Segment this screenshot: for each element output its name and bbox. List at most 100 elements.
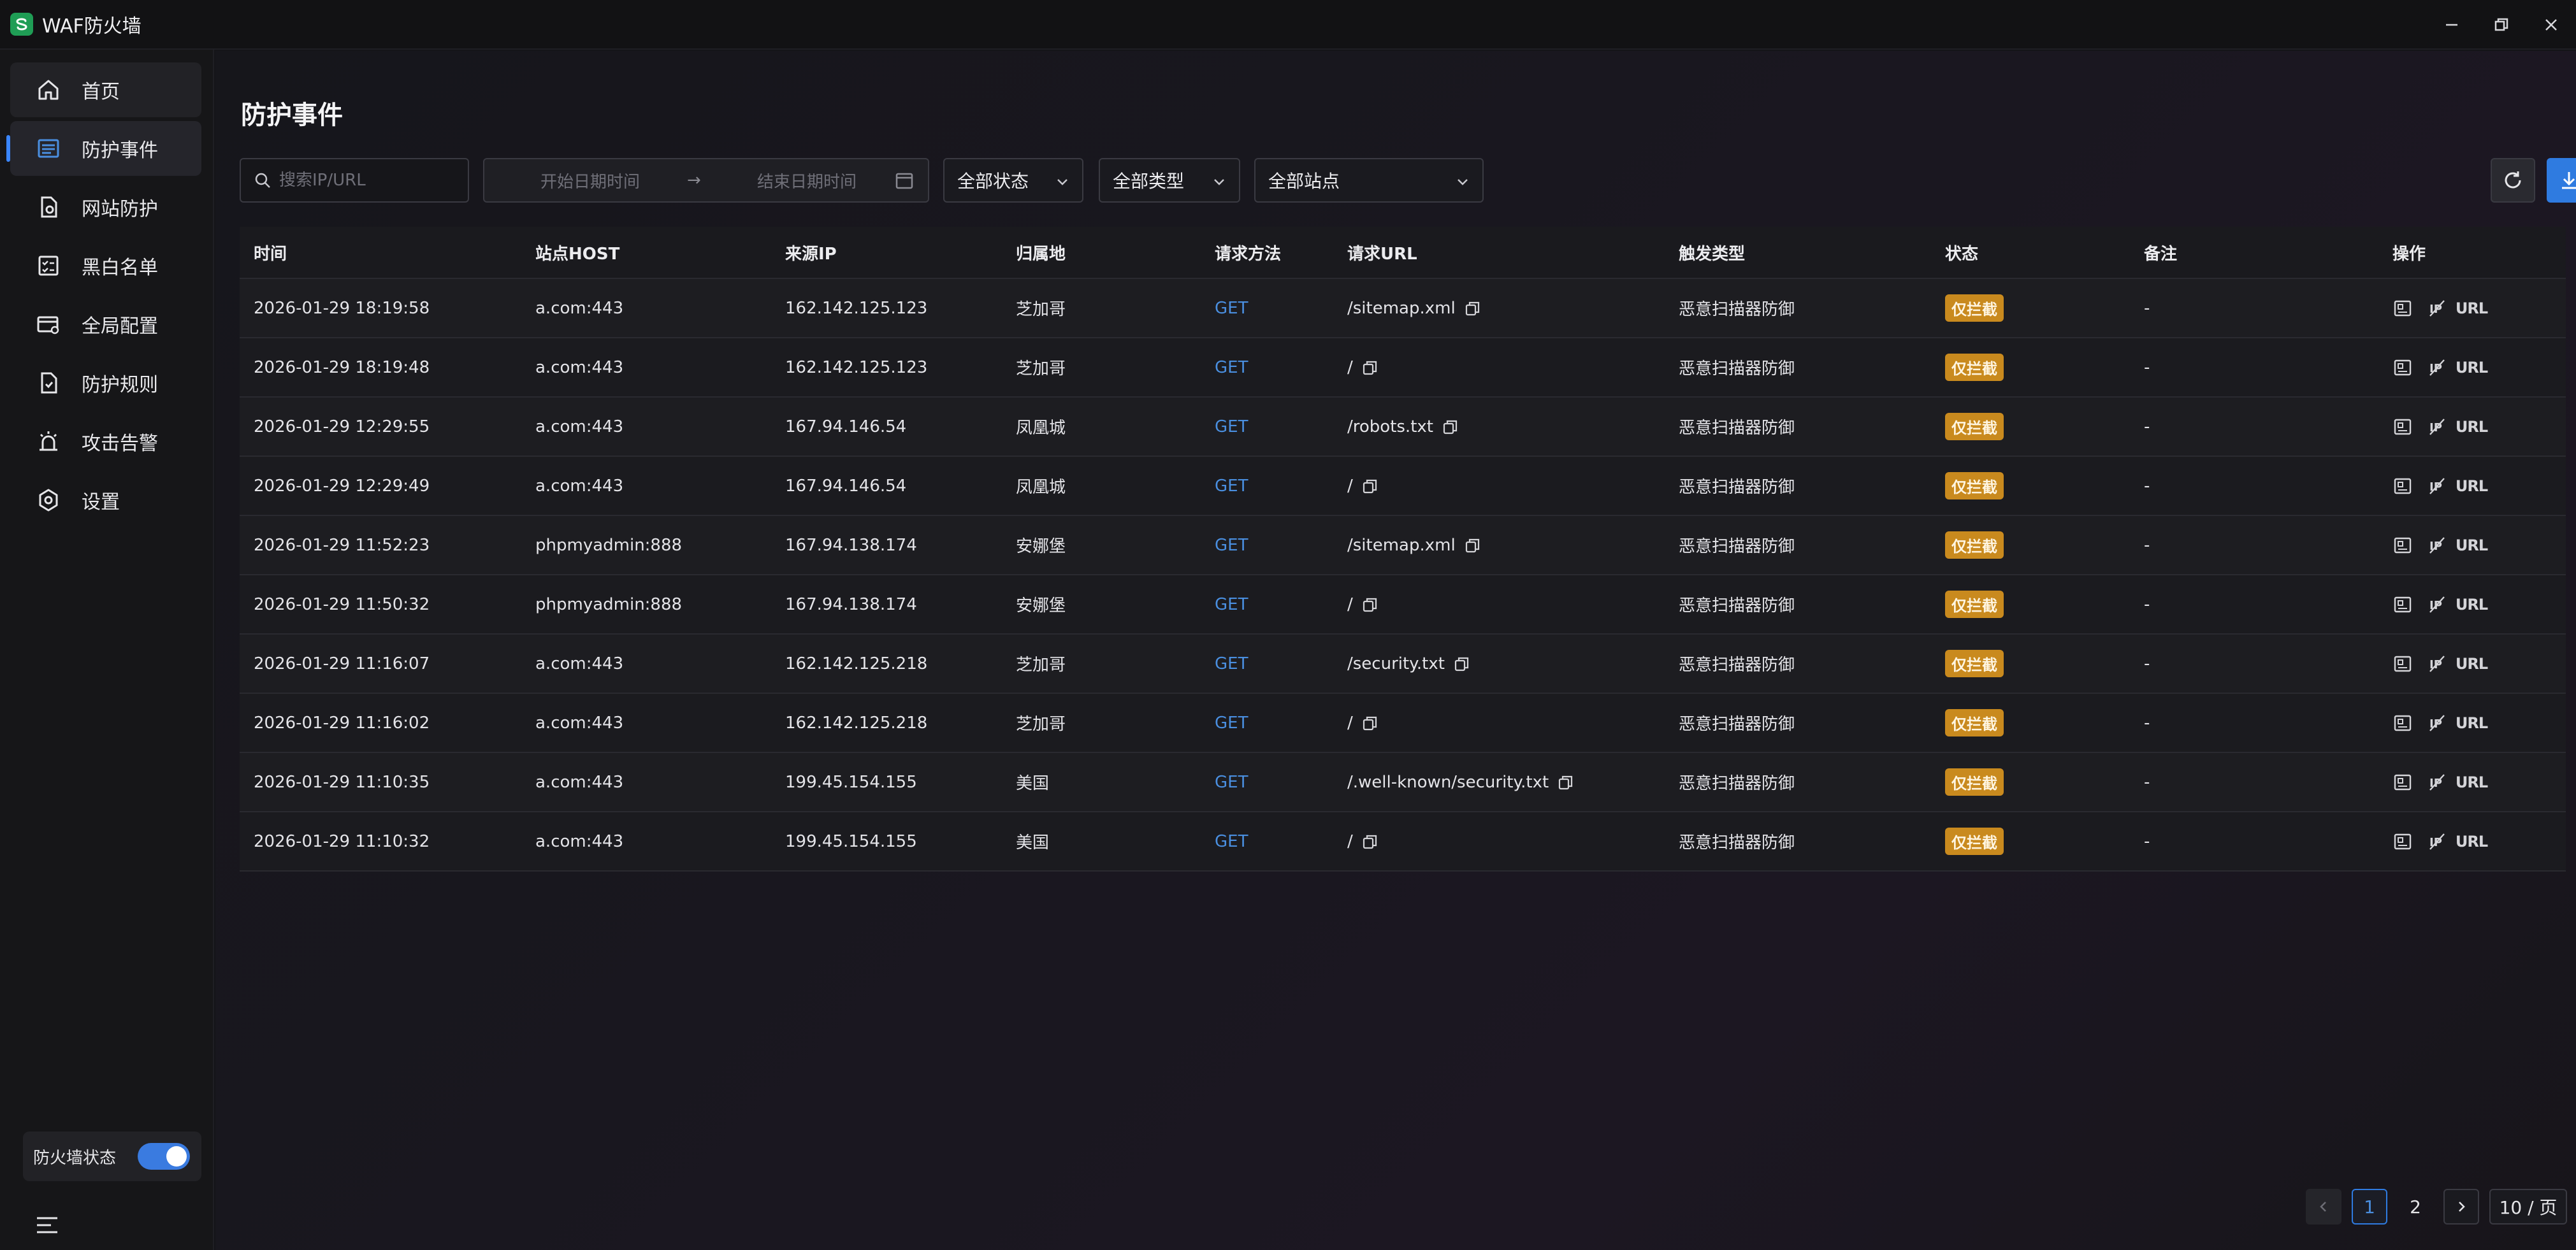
actions-cell: IP URL <box>2392 812 2488 870</box>
copy-icon[interactable] <box>1465 300 1481 317</box>
table-row[interactable]: 2026-01-29 11:10:35 a.com:443 199.45.154.1… <box>240 753 2566 812</box>
actions-cell: IP URL <box>2392 635 2488 693</box>
copy-icon[interactable] <box>1454 656 1470 672</box>
ip-block-icon[interactable]: IP <box>2427 417 2447 437</box>
sidebar-item-alerts[interactable]: 攻击告警 <box>10 414 201 469</box>
prev-page-button[interactable] <box>2306 1189 2341 1225</box>
url-block-icon[interactable]: URL <box>2456 417 2488 437</box>
host-cell: a.com:443 <box>535 831 624 851</box>
ip-block-icon[interactable]: IP <box>2427 298 2447 319</box>
detail-icon[interactable] <box>2392 357 2413 378</box>
refresh-button[interactable] <box>2491 158 2535 203</box>
sidebar-item-blacklist[interactable]: 黑白名单 <box>10 238 201 293</box>
url-block-icon[interactable]: URL <box>2456 535 2488 556</box>
url-block-icon[interactable]: URL <box>2456 654 2488 674</box>
date-range-picker[interactable]: 开始日期时间 → 结束日期时间 <box>483 158 929 203</box>
copy-icon[interactable] <box>1558 774 1574 791</box>
restore-button[interactable] <box>2477 0 2526 50</box>
url-block-icon[interactable]: URL <box>2456 772 2488 793</box>
actions-cell: IP URL <box>2392 575 2488 633</box>
table-row[interactable]: 2026-01-29 11:52:23 phpmyadmin:888 167.94.… <box>240 516 2566 575</box>
url-block-icon[interactable]: URL <box>2456 594 2488 615</box>
url-block-icon[interactable]: URL <box>2456 357 2488 378</box>
ip-block-icon[interactable]: IP <box>2427 357 2447 378</box>
ip-block-icon[interactable]: IP <box>2427 654 2447 674</box>
copy-icon[interactable] <box>1465 537 1481 554</box>
minimize-button[interactable] <box>2427 0 2477 50</box>
detail-icon[interactable] <box>2392 476 2413 496</box>
site-filter-select[interactable]: 全部站点 <box>1254 158 1484 203</box>
host-cell: phpmyadmin:888 <box>535 535 683 555</box>
ip-cell: 167.94.138.174 <box>785 594 917 614</box>
table-row[interactable]: 2026-01-29 11:10:32 a.com:443 199.45.154.1… <box>240 812 2566 872</box>
download-icon <box>2562 172 2576 189</box>
sidebar-item-global-config[interactable]: 全局配置 <box>10 297 201 352</box>
detail-icon[interactable] <box>2392 594 2413 615</box>
table-row[interactable]: 2026-01-29 12:29:55 a.com:443 167.94.146.5… <box>240 398 2566 457</box>
detail-icon[interactable] <box>2392 298 2413 319</box>
url-block-icon[interactable]: URL <box>2456 298 2488 319</box>
date-end-input[interactable]: 结束日期时间 <box>757 169 857 192</box>
ip-block-icon[interactable]: IP <box>2427 772 2447 793</box>
sidebar-item-events[interactable]: 防护事件 <box>6 121 201 176</box>
page-button-2[interactable]: 2 <box>2398 1189 2433 1225</box>
status-badge: 仅拦截 <box>1945 591 2004 618</box>
chevron-down-icon <box>1214 179 1224 185</box>
sidebar-item-settings[interactable]: 设置 <box>10 473 201 528</box>
detail-icon[interactable] <box>2392 772 2413 793</box>
copy-icon[interactable] <box>1362 596 1378 613</box>
url-block-icon[interactable]: URL <box>2456 476 2488 496</box>
page-size-select[interactable]: 10 / 页 <box>2489 1189 2567 1225</box>
detail-icon[interactable] <box>2392 713 2413 733</box>
table-row[interactable]: 2026-01-29 11:16:07 a.com:443 162.142.125.… <box>240 635 2566 694</box>
time-cell: 2026-01-29 11:52:23 <box>254 535 430 555</box>
sidebar-item-site-protection[interactable]: 网站防护 <box>10 180 201 234</box>
status-filter-select[interactable]: 全部状态 <box>943 158 1083 203</box>
detail-icon[interactable] <box>2392 831 2413 852</box>
copy-icon[interactable] <box>1362 715 1378 731</box>
url-block-icon[interactable]: URL <box>2456 713 2488 733</box>
table-row[interactable]: 2026-01-29 12:29:49 a.com:443 167.94.146.5… <box>240 457 2566 516</box>
url-text: /security.txt <box>1347 654 1445 673</box>
ip-block-icon[interactable]: IP <box>2427 594 2447 615</box>
detail-icon[interactable] <box>2392 654 2413 674</box>
search-input[interactable] <box>279 171 464 190</box>
copy-icon[interactable] <box>1362 478 1378 494</box>
copy-icon[interactable] <box>1362 359 1378 376</box>
next-page-button[interactable] <box>2443 1189 2479 1225</box>
menu-icon[interactable] <box>36 1216 59 1235</box>
host-cell: phpmyadmin:888 <box>535 594 683 614</box>
page-button-1[interactable]: 1 <box>2352 1189 2387 1225</box>
time-cell: 2026-01-29 12:29:49 <box>254 476 430 496</box>
ip-block-icon[interactable]: IP <box>2427 713 2447 733</box>
ip-block-icon[interactable]: IP <box>2427 831 2447 852</box>
type-filter-select[interactable]: 全部类型 <box>1099 158 1240 203</box>
actions-cell: IP URL <box>2392 694 2488 752</box>
search-box[interactable] <box>240 158 469 203</box>
copy-icon[interactable] <box>1442 419 1459 435</box>
date-start-input[interactable]: 开始日期时间 <box>540 169 640 192</box>
status-badge: 仅拦截 <box>1945 354 2004 381</box>
ip-block-icon[interactable]: IP <box>2427 476 2447 496</box>
download-button[interactable] <box>2547 158 2576 203</box>
table-row[interactable]: 2026-01-29 11:50:32 phpmyadmin:888 167.94.… <box>240 575 2566 635</box>
sidebar: 首页 防护事件 网站防护 黑白名单 全局配置 防护规则 攻击告警 设置 防火墙状… <box>0 50 214 1250</box>
chevron-down-icon <box>1057 179 1067 185</box>
table-row[interactable]: 2026-01-29 11:16:02 a.com:443 162.142.125.… <box>240 694 2566 753</box>
detail-icon[interactable] <box>2392 535 2413 556</box>
close-button[interactable] <box>2526 0 2576 50</box>
waf-logo-icon <box>10 13 33 36</box>
status-badge: 仅拦截 <box>1945 294 2004 322</box>
url-cell: /robots.txt <box>1347 398 1459 456</box>
table-row[interactable]: 2026-01-29 18:19:58 a.com:443 162.142.125.… <box>240 279 2566 338</box>
firewall-status-toggle[interactable] <box>138 1143 190 1170</box>
url-block-icon[interactable]: URL <box>2456 831 2488 852</box>
note-cell: - <box>2144 357 2150 377</box>
table-row[interactable]: 2026-01-29 18:19:48 a.com:443 162.142.125.… <box>240 338 2566 398</box>
copy-icon[interactable] <box>1362 833 1378 850</box>
status-badge: 仅拦截 <box>1945 650 2004 677</box>
detail-icon[interactable] <box>2392 417 2413 437</box>
sidebar-item-rules[interactable]: 防护规则 <box>10 356 201 410</box>
ip-block-icon[interactable]: IP <box>2427 535 2447 556</box>
sidebar-item-home[interactable]: 首页 <box>10 62 201 117</box>
